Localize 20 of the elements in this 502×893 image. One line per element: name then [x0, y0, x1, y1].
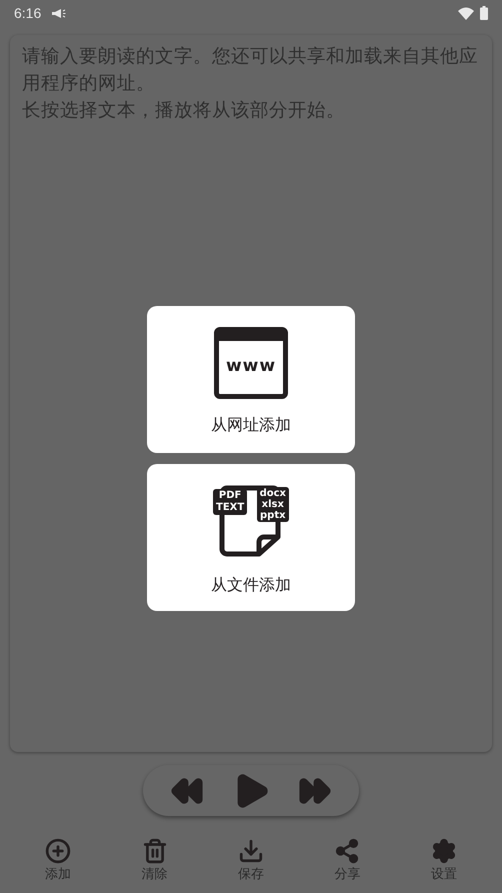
add-icon [45, 838, 72, 864]
file-type-tag: docx xlsx pptx [256, 486, 289, 522]
add-option-card[interactable]: docx xlsx pptx PDF TEXT 从文件添加 [147, 464, 355, 611]
nav-button[interactable]: 保存 [220, 838, 281, 884]
nav-button[interactable]: 设置 [414, 838, 474, 884]
share-icon [334, 838, 360, 864]
nav-button[interactable]: 添加 [28, 838, 88, 884]
battery-icon [480, 6, 488, 20]
status-time: 6:16 [14, 4, 42, 22]
add-option-card[interactable]: www 从网址添加 [147, 306, 355, 453]
wifi-icon [458, 6, 474, 20]
option-label: 从网址添加 [211, 414, 291, 436]
megaphone-icon [51, 8, 66, 18]
nav-button[interactable]: 清除 [124, 838, 185, 884]
trash-icon [142, 838, 168, 864]
icon-label: www [226, 355, 276, 378]
option-label: 从文件添加 [211, 574, 291, 596]
file-type-tag: PDF TEXT [213, 488, 248, 514]
nav-button[interactable]: 分享 [317, 838, 378, 884]
download-icon [238, 838, 264, 864]
